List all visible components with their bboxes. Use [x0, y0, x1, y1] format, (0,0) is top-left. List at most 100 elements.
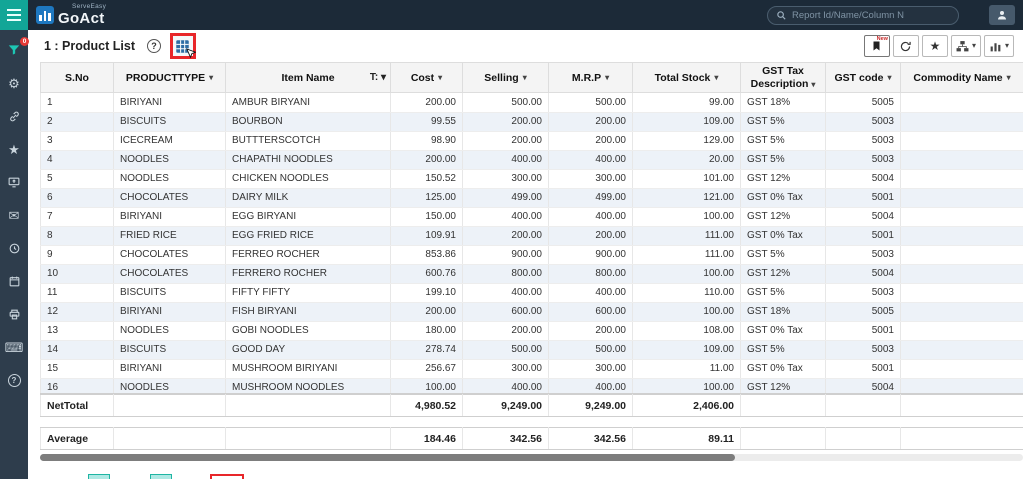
cell-selling: 300.00 [463, 169, 549, 188]
average-table: Average184.46342.56342.5689.11 [40, 427, 1023, 450]
cell-commodity [901, 359, 1023, 378]
cell-cost: 4,980.52 [391, 395, 463, 417]
keyboard-icon[interactable]: ⌨ [5, 339, 23, 355]
cell-producttype: NOODLES [114, 150, 226, 169]
table-row[interactable]: 6CHOCOLATESDAIRY MILK125.00499.00499.001… [41, 188, 1023, 207]
cell-selling: 400.00 [463, 283, 549, 302]
cell-item_name: FERRERO ROCHER [226, 264, 391, 283]
column-header-cost[interactable]: Cost▾ [391, 63, 463, 93]
cell-sno: 5 [41, 169, 114, 188]
table-row[interactable]: 4NOODLESCHAPATHI NOODLES200.00400.00400.… [41, 150, 1023, 169]
cell-gst_tax: GST 12% [741, 169, 826, 188]
link-icon[interactable] [5, 108, 23, 124]
cell-gst_tax [741, 395, 826, 417]
cell-mrp: 9,249.00 [549, 395, 633, 417]
cutoff-button[interactable] [88, 474, 110, 479]
table-row[interactable]: 16NOODLESMUSHROOM NOODLES100.00400.00400… [41, 378, 1023, 394]
app-window: ServeEasy GoAct 0 ⚙ ★ ✉ [0, 0, 1023, 479]
report-titlebar: 1 : Product List ? New ★ [28, 30, 1023, 62]
cell-gst_tax: GST 12% [741, 378, 826, 394]
horizontal-scrollbar[interactable] [40, 454, 1023, 461]
filter-icon[interactable]: 0 [5, 42, 23, 58]
calendar-icon[interactable] [5, 273, 23, 289]
search-input[interactable] [792, 10, 950, 21]
refresh-button[interactable] [893, 35, 919, 57]
cell-gst_code: 5003 [826, 283, 901, 302]
cell-gst_code: 5004 [826, 169, 901, 188]
report-help-icon[interactable]: ? [147, 39, 161, 53]
cell-gst_tax: GST 5% [741, 340, 826, 359]
favorite-star-button[interactable]: ★ [922, 35, 948, 57]
cell-sno: 11 [41, 283, 114, 302]
cell-sno: 13 [41, 321, 114, 340]
history-clock-icon[interactable] [5, 240, 23, 256]
app-logo[interactable]: ServeEasy GoAct [36, 4, 106, 26]
column-header-sno[interactable]: S.No [41, 63, 114, 93]
table-row[interactable]: 2BISCUITSBOURBON99.55200.00200.00109.00G… [41, 112, 1023, 131]
cell-cost: 184.46 [391, 428, 463, 450]
column-header-commodity[interactable]: Commodity Name▾ [901, 63, 1023, 93]
cell-gst_tax: GST 5% [741, 283, 826, 302]
chart-view-button[interactable]: ▾ [984, 35, 1014, 57]
cell-total_stock: 110.00 [633, 283, 741, 302]
cell-commodity [901, 428, 1023, 450]
settings-gear-icon[interactable]: ⚙ [5, 75, 23, 91]
table-row[interactable]: 7BIRIYANIEGG BIRYANI150.00400.00400.0010… [41, 207, 1023, 226]
cell-gst_tax: GST 5% [741, 245, 826, 264]
cell-sno: 2 [41, 112, 114, 131]
report-toolbar: New ★ ▾ ▾ [864, 35, 1014, 57]
column-header-gst_tax[interactable]: GST TaxDescription ▾ [741, 63, 826, 93]
table-row[interactable]: 10CHOCOLATESFERRERO ROCHER600.76800.0080… [41, 264, 1023, 283]
cell-sno: NetTotal [41, 395, 114, 417]
cell-selling: 342.56 [463, 428, 549, 450]
scrollbar-thumb[interactable] [40, 454, 735, 461]
table-row[interactable]: 13NOODLESGOBI NOODLES180.00200.00200.001… [41, 321, 1023, 340]
table-row[interactable]: 8FRIED RICEEGG FRIED RICE109.91200.00200… [41, 226, 1023, 245]
chevron-down-icon: ▾ [972, 42, 976, 50]
cell-total_stock: 111.00 [633, 226, 741, 245]
column-header-selling[interactable]: Selling▾ [463, 63, 549, 93]
table-row[interactable]: 14BISCUITSGOOD DAY278.74500.00500.00109.… [41, 340, 1023, 359]
brand-bars-icon [36, 6, 54, 24]
table-row[interactable]: 12BIRIYANIFISH BIRYANI200.00600.00600.00… [41, 302, 1023, 321]
cell-gst_code: 5003 [826, 150, 901, 169]
table-row[interactable]: 15BIRIYANIMUSHROOM BIRIYANI256.67300.003… [41, 359, 1023, 378]
table-row[interactable]: 3ICECREAMBUTTTERSCOTCH98.90200.00200.001… [41, 131, 1023, 150]
cell-gst_tax: GST 0% Tax [741, 359, 826, 378]
cell-producttype: BISCUITS [114, 112, 226, 131]
screen-share-icon[interactable] [5, 174, 23, 190]
hierarchy-view-button[interactable]: ▾ [951, 35, 981, 57]
cell-gst_code: 5003 [826, 245, 901, 264]
favorites-star-icon[interactable]: ★ [5, 141, 23, 157]
bookmark-new-button[interactable]: New [864, 35, 890, 57]
hamburger-menu-icon[interactable] [0, 0, 28, 30]
table-row[interactable]: 1BIRIYANIAMBUR BIRYANI200.00500.00500.00… [41, 93, 1023, 112]
cell-cost: 600.76 [391, 264, 463, 283]
cutoff-button[interactable] [150, 474, 172, 479]
report-search[interactable] [767, 6, 959, 25]
cell-sno: 12 [41, 302, 114, 321]
table-row[interactable]: 5NOODLESCHICKEN NOODLES150.52300.00300.0… [41, 169, 1023, 188]
help-icon[interactable]: ? [5, 372, 23, 388]
table-row[interactable]: 9CHOCOLATESFERREO ROCHER853.86900.00900.… [41, 245, 1023, 264]
user-profile-button[interactable] [989, 5, 1015, 25]
cutoff-annotation [210, 474, 244, 479]
cell-total_stock: 129.00 [633, 131, 741, 150]
cell-selling: 9,249.00 [463, 395, 549, 417]
cell-producttype: FRIED RICE [114, 226, 226, 245]
column-header-item_name[interactable]: Item NameT: ▾ [226, 63, 391, 93]
table-row[interactable]: 11BISCUITSFIFTY FIFTY199.10400.00400.001… [41, 283, 1023, 302]
mail-icon[interactable]: ✉ [5, 207, 23, 223]
column-header-producttype[interactable]: PRODUCTTYPE▾ [114, 63, 226, 93]
bar-chart-icon [989, 40, 1002, 53]
topbar: ServeEasy GoAct [0, 0, 1023, 30]
printer-icon[interactable] [5, 306, 23, 322]
column-header-gst_code[interactable]: GST code▾ [826, 63, 901, 93]
table-body-viewport[interactable]: 1BIRIYANIAMBUR BIRYANI200.00500.00500.00… [40, 93, 1023, 394]
cell-gst_code: 5001 [826, 188, 901, 207]
cell-gst_code: 5005 [826, 302, 901, 321]
column-header-mrp[interactable]: M.R.P▾ [549, 63, 633, 93]
cell-item_name [226, 395, 391, 417]
cell-sno: 16 [41, 378, 114, 394]
column-header-total_stock[interactable]: Total Stock▾ [633, 63, 741, 93]
